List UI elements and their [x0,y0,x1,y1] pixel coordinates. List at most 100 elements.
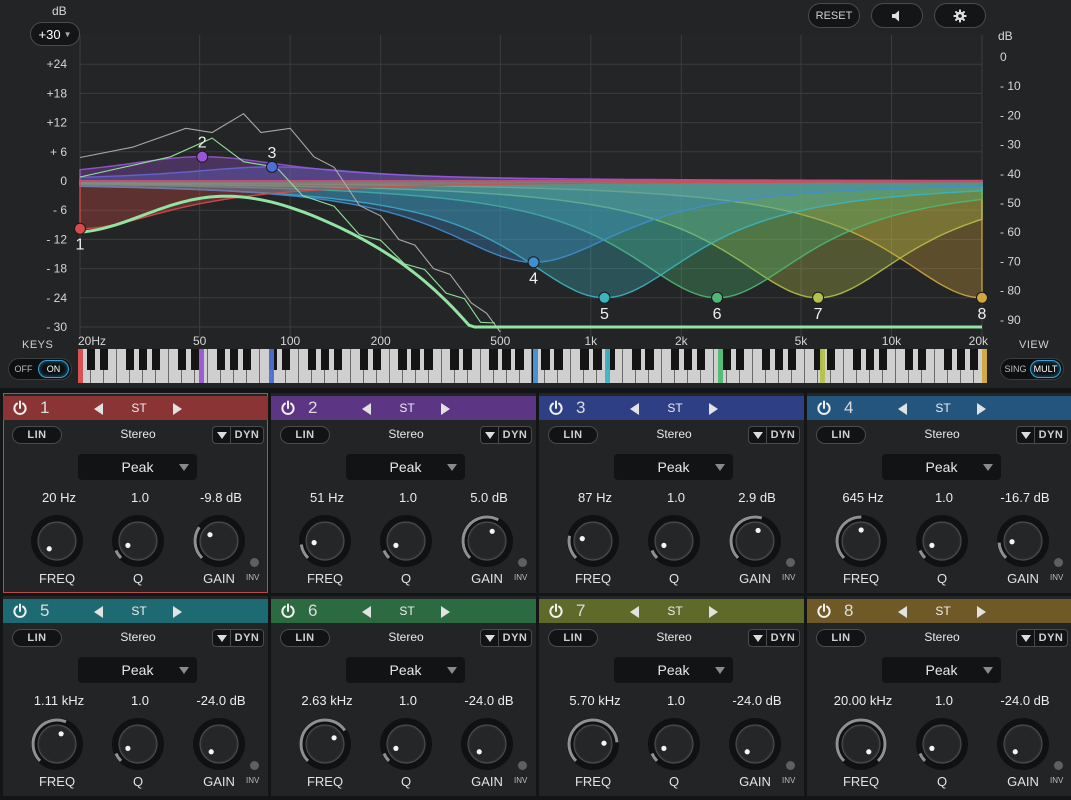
piano-black-key[interactable] [398,349,407,370]
q-knob[interactable] [646,513,702,569]
gain-knob[interactable] [191,716,247,772]
piano-black-key[interactable] [190,349,199,370]
piano-black-key[interactable] [177,349,187,370]
filter-type-dropdown[interactable]: Peak [78,657,197,683]
mode-next-arrow-icon[interactable] [173,403,182,415]
lin-button[interactable]: LIN [548,629,598,647]
piano-black-key[interactable] [904,349,914,370]
settings-button[interactable] [934,3,986,28]
gain-knob[interactable] [191,513,247,569]
q-knob[interactable] [378,513,434,569]
freq-knob[interactable] [833,513,889,569]
piano-black-key[interactable] [515,349,524,370]
mode-next-arrow-icon[interactable] [709,403,718,415]
piano-keyboard[interactable] [78,349,987,383]
piano-black-key[interactable] [151,349,161,370]
band-6-handle[interactable] [711,291,724,304]
dyn-button[interactable]: DYN [1016,629,1068,647]
dyn-button[interactable]: DYN [480,426,532,444]
piano-black-key[interactable] [736,349,745,370]
piano-black-key[interactable] [463,349,472,370]
mode-prev-arrow-icon[interactable] [898,606,907,618]
piano-black-key[interactable] [684,349,693,370]
piano-black-key[interactable] [359,349,368,370]
power-icon[interactable] [12,603,28,619]
gain-knob[interactable] [459,716,515,772]
piano-black-key[interactable] [775,349,784,370]
piano-black-key[interactable] [242,349,251,370]
freq-knob[interactable] [29,513,85,569]
piano-black-key[interactable] [852,349,862,370]
lin-button[interactable]: LIN [816,629,866,647]
piano-black-key[interactable] [671,349,680,370]
dyn-button[interactable]: DYN [748,426,800,444]
piano-black-key[interactable] [333,349,342,370]
lin-button[interactable]: LIN [280,629,330,647]
freq-knob[interactable] [565,716,621,772]
mode-next-arrow-icon[interactable] [977,606,986,618]
band-2-handle[interactable] [196,150,209,163]
freq-knob[interactable] [565,513,621,569]
q-knob[interactable] [646,716,702,772]
power-icon[interactable] [816,603,832,619]
piano-black-key[interactable] [723,349,732,370]
piano-black-key[interactable] [762,349,771,370]
q-knob[interactable] [914,716,970,772]
q-knob[interactable] [110,716,166,772]
filter-type-dropdown[interactable]: Peak [614,657,733,683]
invert-toggle[interactable] [786,558,795,567]
piano-black-key[interactable] [878,349,888,370]
mode-prev-arrow-icon[interactable] [898,403,907,415]
piano-black-key[interactable] [489,349,498,370]
lin-button[interactable]: LIN [816,426,866,444]
gain-knob[interactable] [995,716,1051,772]
piano-black-key[interactable] [541,349,550,370]
piano-black-key[interactable] [99,349,109,370]
piano-black-key[interactable] [956,349,966,370]
q-knob[interactable] [914,513,970,569]
invert-toggle[interactable] [250,761,259,770]
power-icon[interactable] [280,400,296,416]
piano-black-key[interactable] [307,349,316,370]
mode-prev-arrow-icon[interactable] [630,606,639,618]
view-sing-option[interactable]: SING [1001,364,1030,374]
band-7-handle[interactable] [812,291,825,304]
filter-type-dropdown[interactable]: Peak [882,454,1001,480]
power-icon[interactable] [548,603,564,619]
band-5-handle[interactable] [598,291,611,304]
band-1-handle[interactable] [74,222,86,235]
piano-black-key[interactable] [320,349,329,370]
piano-black-key[interactable] [229,349,238,370]
reset-button[interactable]: RESET [808,3,860,28]
power-icon[interactable] [816,400,832,416]
mode-next-arrow-icon[interactable] [709,606,718,618]
freq-knob[interactable] [29,716,85,772]
band-4-handle[interactable] [527,256,540,269]
filter-type-dropdown[interactable]: Peak [346,657,465,683]
piano-black-key[interactable] [424,349,433,370]
band-8-handle[interactable] [976,291,988,304]
mode-prev-arrow-icon[interactable] [94,403,103,415]
eq-curve-graph[interactable]: +24 +18 +12 + 6 0 - 6 - 12 - 18 - 24 - 30 0 - 10 - 2… [0,0,1071,345]
band-3-handle[interactable] [265,160,278,173]
gain-knob[interactable] [995,513,1051,569]
keys-toggle[interactable]: OFF ON [8,358,72,380]
piano-black-key[interactable] [554,349,563,370]
power-icon[interactable] [280,603,296,619]
power-icon[interactable] [548,400,564,416]
piano-black-key[interactable] [580,349,589,370]
keys-on-option[interactable]: ON [38,360,69,378]
piano-black-key[interactable] [969,349,979,370]
invert-toggle[interactable] [1054,761,1063,770]
invert-toggle[interactable] [1054,558,1063,567]
piano-black-key[interactable] [450,349,459,370]
piano-black-key[interactable] [138,349,148,370]
keys-off-option[interactable]: OFF [9,364,38,374]
piano-black-key[interactable] [697,349,706,370]
piano-black-key[interactable] [411,349,420,370]
dyn-button[interactable]: DYN [1016,426,1068,444]
dyn-button[interactable]: DYN [748,629,800,647]
filter-type-dropdown[interactable]: Peak [614,454,733,480]
view-toggle[interactable]: SING MULT [1000,358,1064,380]
filter-type-dropdown[interactable]: Peak [346,454,465,480]
